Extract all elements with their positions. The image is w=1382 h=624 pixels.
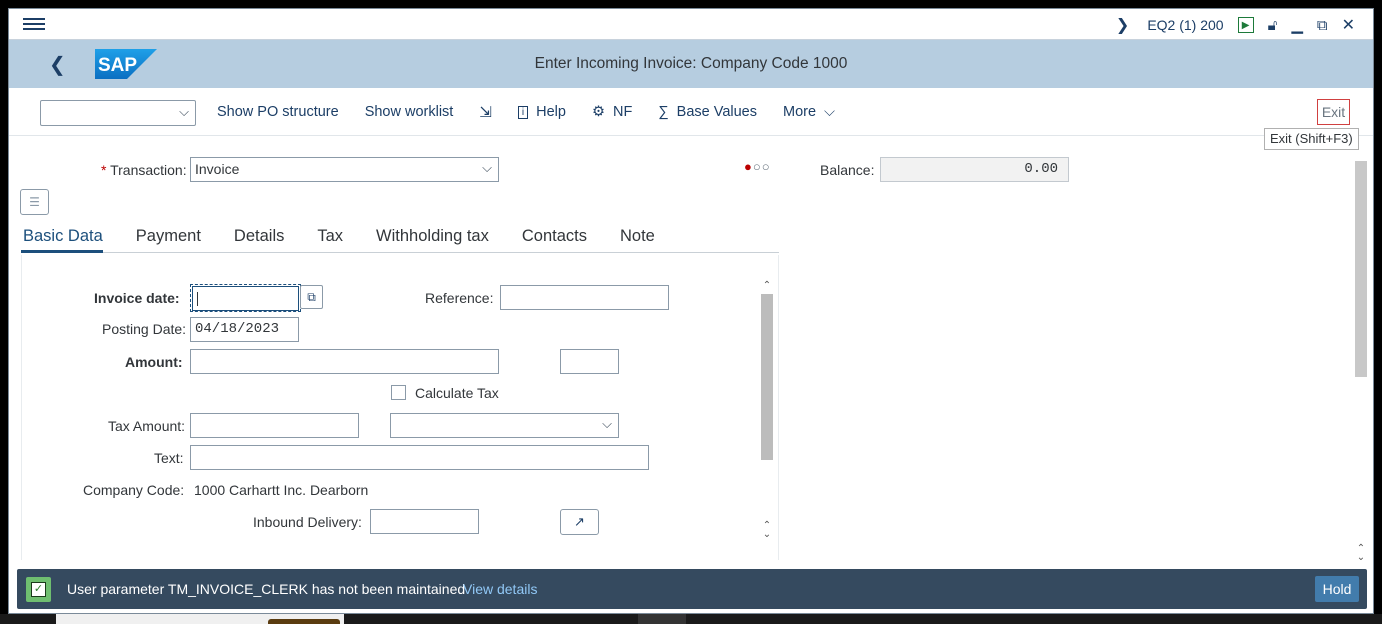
tax-code-select[interactable]: ⌵ [390, 413, 619, 438]
action-select[interactable]: ⌵ [40, 100, 196, 126]
reference-field[interactable] [500, 285, 669, 310]
expand-panel-icon[interactable]: ☰ [20, 189, 49, 215]
more-button[interactable]: More ⌵ [783, 103, 835, 121]
system-info: EQ2 (1) 200 [1147, 17, 1224, 33]
info-icon: i [517, 105, 529, 119]
taskbar-item [638, 614, 686, 624]
transaction-value: Invoice [195, 161, 240, 177]
transaction-select[interactable]: Invoice ⌵ [190, 157, 499, 182]
close-icon[interactable]: ✕ [1342, 15, 1355, 35]
base-values-label: Base Values [676, 104, 757, 120]
inbound-delivery-field[interactable] [370, 509, 479, 534]
tab-note[interactable]: Note [620, 225, 655, 253]
play-icon[interactable]: ▶ [1237, 17, 1254, 33]
amount-label: Amount: [125, 354, 183, 370]
tab-withholding-tax[interactable]: Withholding tax [376, 225, 489, 253]
balance-label: Balance: [820, 162, 875, 178]
transaction-label: * Transaction: [101, 162, 187, 178]
more-label: More [783, 104, 817, 120]
show-worklist-label: Show worklist [364, 104, 454, 120]
reference-label: Reference: [425, 290, 494, 306]
company-code-label: Company Code: [83, 482, 185, 498]
text-field[interactable] [190, 445, 649, 470]
help-button[interactable]: i Help [517, 103, 566, 121]
base-values-button[interactable]: ∑ Base Values [658, 103, 757, 121]
titlebar: ❯ EQ2 (1) 200 ▶ 🔓︎ ▁ ⧉ ✕ [9, 9, 1373, 40]
page-title: Enter Incoming Invoice: Company Code 100… [534, 55, 848, 72]
taskbar-item [268, 619, 340, 624]
inbound-delivery-label: Inbound Delivery: [253, 514, 362, 530]
show-po-structure-label: Show PO structure [217, 104, 339, 120]
hold-document-button[interactable]: ⇲ [479, 103, 492, 121]
external-link-icon[interactable]: ↗ [560, 509, 599, 535]
tab-strip: Basic Data Payment Details Tax Withholdi… [21, 225, 779, 253]
scroll-down-icon[interactable]: ⌃ ⌄ [762, 521, 772, 540]
view-details-link[interactable]: View details [463, 581, 537, 597]
help-label: Help [536, 104, 566, 120]
page-scrollbar[interactable] [1355, 161, 1367, 377]
unlock-icon[interactable]: 🔓︎ [1268, 17, 1278, 34]
calendar-icon[interactable]: ⧉ [300, 285, 323, 309]
menu-icon[interactable] [23, 15, 45, 33]
calculate-tax-checkbox[interactable] [391, 385, 406, 400]
panel-scrollbar[interactable] [761, 294, 773, 460]
tax-amount-label: Tax Amount: [108, 418, 186, 434]
tab-basic-data[interactable]: Basic Data [21, 225, 103, 253]
show-worklist-button[interactable]: Show worklist [365, 103, 454, 121]
chevron-down-icon: ⌵ [824, 104, 836, 120]
company-code-value: 1000 Carhartt Inc. Dearborn [194, 482, 369, 498]
tab-payment[interactable]: Payment [136, 225, 201, 253]
gear-icon: ⚙ [591, 104, 605, 120]
chevron-down-icon: ⌵ [179, 104, 189, 119]
tab-tax[interactable]: Tax [317, 225, 343, 253]
nf-label: NF [612, 104, 633, 120]
chevron-down-icon: ⌵ [602, 416, 612, 431]
success-icon: ✓ [26, 577, 51, 602]
application-toolbar: ⌵ Show PO structure Show worklist ⇲ i Hel… [9, 88, 1373, 136]
invoice-date-label: Invoice date: [94, 290, 180, 306]
tab-details[interactable]: Details [234, 225, 284, 253]
calculate-tax-label: Calculate Tax [415, 385, 499, 401]
toolbar-items: Show PO structure Show worklist ⇲ i Help … [217, 103, 835, 121]
chevron-right-icon[interactable]: ❯ [1116, 15, 1129, 35]
status-traffic-light: ●○○ [744, 159, 771, 174]
page-scroll-down-icon[interactable]: ⌃ ⌄ [1356, 544, 1366, 563]
titlebar-controls: ❯ EQ2 (1) 200 ▶ 🔓︎ ▁ ⧉ ✕ [1116, 15, 1355, 35]
hold-button[interactable]: Hold [1315, 576, 1359, 602]
posting-date-label: Posting Date: [102, 321, 187, 337]
tax-amount-field[interactable] [190, 413, 359, 438]
amount-field[interactable] [190, 349, 499, 374]
message-bar: ✓ User parameter TM_INVOICE_CLERK has no… [17, 569, 1367, 609]
restore-icon[interactable]: ⧉ [1317, 17, 1328, 34]
exit-button[interactable]: Exit [1317, 99, 1350, 125]
message-text: User parameter TM_INVOICE_CLERK has not … [67, 581, 466, 597]
sum-icon: ∑ [658, 104, 669, 120]
shell-header: ❮ SAP Enter Incoming Invoice: Company Co… [9, 40, 1373, 88]
exit-tooltip: Exit (Shift+F3) [1264, 128, 1359, 150]
show-po-structure-button[interactable]: Show PO structure [217, 103, 339, 121]
currency-field[interactable] [560, 349, 619, 374]
text-label: Text: [154, 450, 184, 466]
sap-window: ❯ EQ2 (1) 200 ▶ 🔓︎ ▁ ⧉ ✕ ❮ SAP Enter Inc… [8, 8, 1374, 614]
chevron-down-icon: ⌵ [482, 160, 492, 175]
document-arrow-icon: ⇲ [479, 104, 492, 121]
balance-field: 0.00 [880, 157, 1069, 182]
nf-button[interactable]: ⚙ NF [592, 103, 632, 121]
minimize-icon[interactable]: ▁ [1291, 16, 1303, 34]
posting-date-field[interactable]: 04/18/2023 [190, 317, 299, 342]
tab-contacts[interactable]: Contacts [522, 225, 587, 253]
invoice-date-field[interactable] [192, 286, 299, 311]
